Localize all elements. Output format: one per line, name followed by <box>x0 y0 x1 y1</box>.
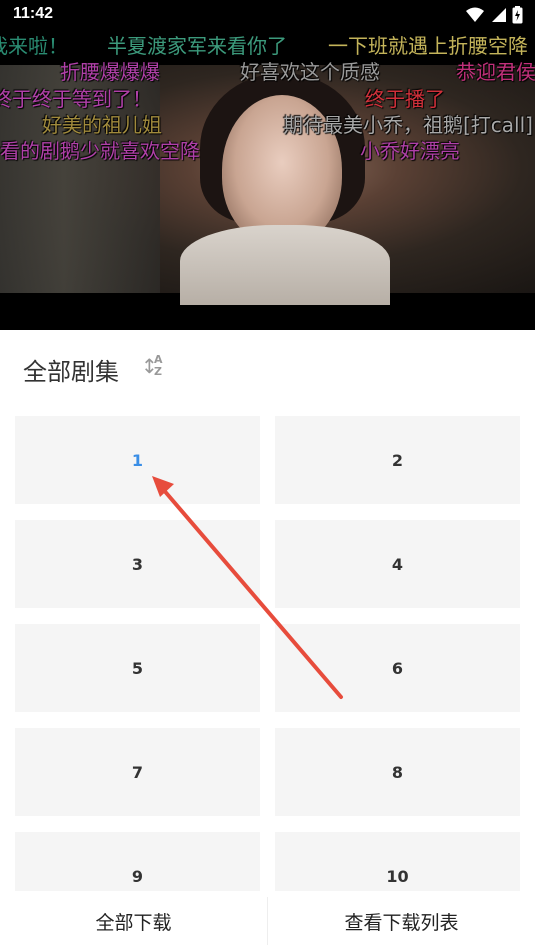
danmaku-comment: 半夏渡家军来看你了 <box>107 34 287 58</box>
episode-button[interactable]: 7 <box>15 728 260 816</box>
episode-button[interactable]: 3 <box>15 520 260 608</box>
status-icons <box>466 6 523 28</box>
bottom-action-bar: 全部下载 查看下载列表 <box>0 891 535 951</box>
wifi-icon <box>466 7 484 27</box>
download-all-button[interactable]: 全部下载 <box>0 891 267 951</box>
danmaku-comment: 恭迎君侯 <box>456 60 535 84</box>
danmaku-comment: 好喜欢这个质感 <box>240 60 380 84</box>
episode-button[interactable]: 4 <box>275 520 520 608</box>
panel-title: 全部剧集 <box>23 358 119 386</box>
danmaku-comment: 终于终于等到了！ <box>0 87 152 111</box>
sort-az-label: AZ <box>154 353 163 378</box>
video-figure-robe <box>180 225 390 305</box>
danmaku-comment: 好美的祖儿姐 <box>42 113 162 137</box>
danmaku-comment: 期待最美小乔，祖鹅[打call] <box>283 113 533 137</box>
status-bar: 11:42 <box>0 0 535 30</box>
danmaku-comment: 小乔好漂亮 <box>360 139 460 163</box>
danmaku-comment: 看的剧鹅少就喜欢空降 <box>0 139 200 163</box>
episode-panel: 全部剧集 ↕ AZ 1 2 3 4 5 6 7 8 9 10 <box>0 330 535 951</box>
view-download-list-button[interactable]: 查看下载列表 <box>268 891 535 951</box>
danmaku-comment: 终于播了 <box>365 87 445 111</box>
episode-button[interactable]: 5 <box>15 624 260 712</box>
danmaku-comment: 一下班就遇上折腰空降 <box>328 34 528 58</box>
episode-button[interactable]: 2 <box>275 416 520 504</box>
sort-az-icon[interactable]: ↕ AZ <box>141 354 165 382</box>
episode-button[interactable]: 8 <box>275 728 520 816</box>
status-time: 11:42 <box>13 5 54 22</box>
episode-button[interactable]: 6 <box>275 624 520 712</box>
episode-button[interactable]: 1 <box>15 416 260 504</box>
battery-charging-icon <box>512 6 523 28</box>
danmaku-comment: 折腰爆爆爆 <box>60 60 160 84</box>
cellular-signal-icon <box>490 7 506 27</box>
video-player[interactable]: 我来啦！ 半夏渡家军来看你了 一下班就遇上折腰空降 折腰爆爆爆 好喜欢这个质感 … <box>0 0 535 330</box>
danmaku-comment: 我来啦！ <box>0 34 68 58</box>
